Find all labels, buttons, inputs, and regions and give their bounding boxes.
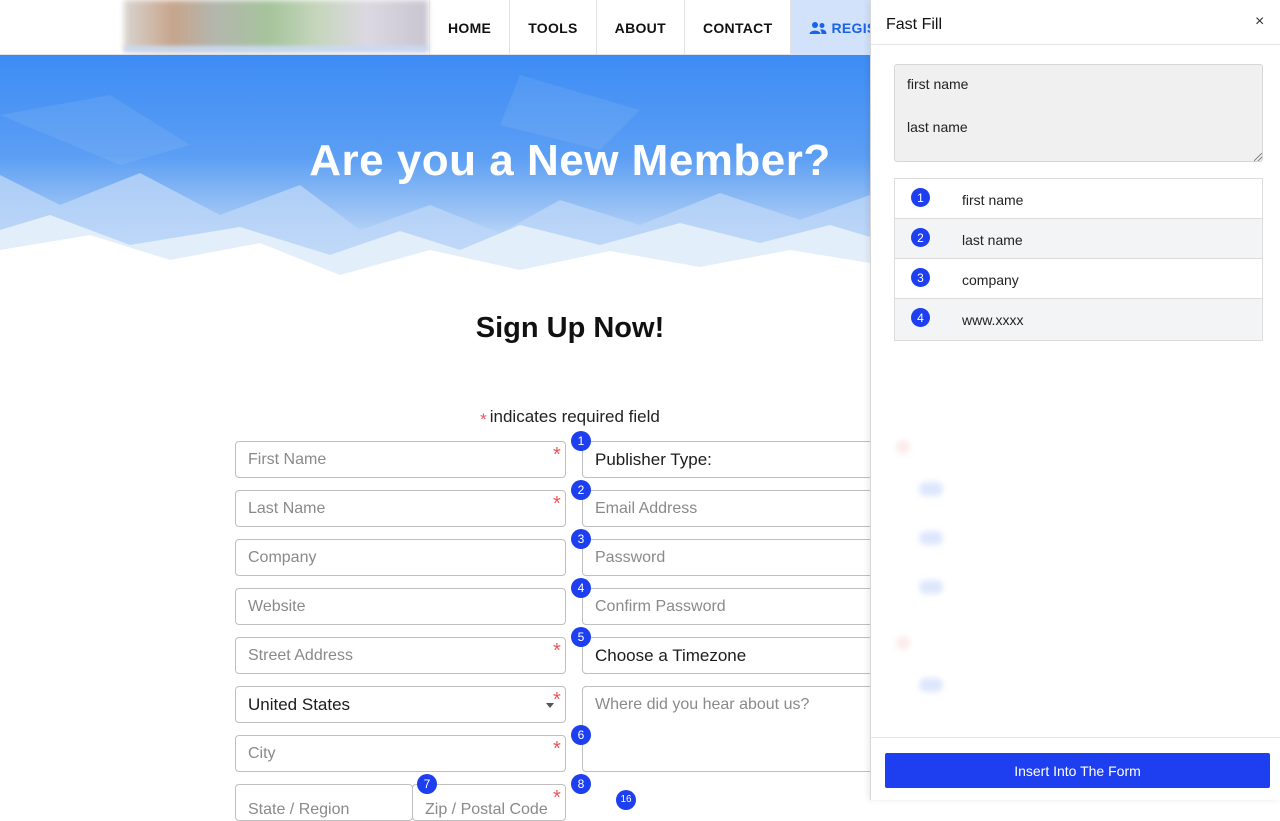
row-value: last name	[962, 232, 1023, 248]
country-select[interactable]: United States *	[235, 686, 566, 723]
ghost-mark	[896, 440, 910, 454]
required-mark: *	[553, 787, 561, 809]
required-star: *	[480, 410, 487, 429]
ghost-mark	[919, 482, 943, 496]
field-badge-7: 7	[417, 774, 437, 794]
company-placeholder: Company	[248, 548, 317, 566]
first-name-input[interactable]: First Name *	[235, 441, 566, 478]
row-value: company	[962, 272, 1019, 288]
country-select-value: United States	[248, 694, 351, 714]
website-input[interactable]: Website	[235, 588, 566, 625]
first-name-placeholder: First Name	[248, 450, 327, 468]
last-name-input[interactable]: Last Name *	[235, 490, 566, 527]
list-item[interactable]: 2 last name	[895, 219, 1262, 259]
street-address-input[interactable]: Street Address *	[235, 637, 566, 674]
insert-into-form-button[interactable]: Insert Into The Form	[885, 753, 1270, 788]
ghost-mark	[919, 580, 943, 594]
referral-placeholder: Where did you hear about us?	[595, 696, 810, 713]
nav-about[interactable]: ABOUT	[595, 0, 684, 55]
timezone-value: Choose a Timezone	[595, 645, 747, 665]
nav-tools[interactable]: TOOLS	[509, 0, 595, 55]
ghost-mark	[919, 678, 943, 692]
website-placeholder: Website	[248, 597, 306, 615]
list-item[interactable]: 1 first name	[895, 179, 1262, 219]
required-note-text: indicates required field	[489, 407, 660, 426]
row-number: 3	[911, 268, 930, 287]
list-item[interactable]: 3 company	[895, 259, 1262, 299]
field-badge-2: 2	[571, 480, 591, 500]
row-value: first name	[962, 192, 1024, 208]
field-badge-5: 5	[571, 627, 591, 647]
site-logo-underline	[124, 46, 428, 52]
required-mark: *	[553, 444, 561, 466]
confirm-password-placeholder: Confirm Password	[595, 597, 726, 615]
field-badge-1: 1	[571, 431, 591, 451]
chevron-down-icon	[546, 703, 554, 708]
email-field[interactable]: Email Address	[582, 490, 882, 527]
timezone-select[interactable]: Choose a Timezone	[582, 637, 882, 674]
state-region-placeholder: State / Region	[248, 800, 350, 818]
row-number: 2	[911, 228, 930, 247]
required-mark: *	[553, 493, 561, 515]
zip-code-placeholder: Zip / Postal Code	[425, 800, 548, 818]
row-number: 1	[911, 188, 930, 207]
field-badge-16: 16	[616, 790, 636, 810]
city-placeholder: City	[248, 744, 276, 762]
last-name-placeholder: Last Name	[248, 499, 326, 517]
company-input[interactable]: Company	[235, 539, 566, 576]
required-mark: *	[553, 738, 561, 760]
required-mark: *	[553, 689, 561, 711]
referral-textarea[interactable]: Where did you hear about us?	[582, 686, 882, 772]
fill-values-list: 1 first name 2 last name 3 company 4 www…	[894, 178, 1263, 341]
password-field[interactable]: Password	[582, 539, 882, 576]
row-number: 4	[911, 308, 930, 327]
street-address-placeholder: Street Address	[248, 646, 353, 664]
close-icon[interactable]: ×	[1255, 13, 1264, 31]
city-input[interactable]: City *	[235, 735, 566, 772]
panel-header: Fast Fill ×	[871, 0, 1280, 45]
site-logo[interactable]	[124, 0, 428, 51]
publisher-type-value: Publisher Type:	[595, 449, 712, 469]
list-item[interactable]: 4 www.xxxx	[895, 299, 1262, 340]
ghost-mark	[896, 636, 910, 650]
confirm-password-field[interactable]: Confirm Password	[582, 588, 882, 625]
fast-fill-textarea[interactable]: first name last name	[894, 64, 1263, 162]
row-value: www.xxxx	[962, 312, 1024, 328]
required-mark: *	[553, 640, 561, 662]
password-placeholder: Password	[595, 548, 666, 566]
state-region-input[interactable]: State / Region	[235, 784, 413, 821]
field-badge-6: 6	[571, 725, 591, 745]
users-icon	[809, 21, 827, 34]
hero-title: Are you a New Member?	[309, 136, 831, 185]
publisher-type-select[interactable]: Publisher Type:	[582, 441, 882, 478]
fast-fill-panel: Fast Fill × first name last name 1 first…	[870, 0, 1280, 800]
panel-title: Fast Fill	[886, 16, 942, 33]
nav-contact[interactable]: CONTACT	[683, 0, 791, 55]
hero-banner: Are you a New Member?	[0, 55, 870, 280]
main-nav: HOME TOOLS ABOUT CONTACT REGIST	[429, 0, 904, 55]
ghost-mark	[919, 531, 943, 545]
email-placeholder: Email Address	[595, 499, 698, 517]
field-badge-3: 3	[571, 529, 591, 549]
field-badge-4: 4	[571, 578, 591, 598]
nav-home[interactable]: HOME	[429, 0, 509, 55]
field-badge-8: 8	[571, 774, 591, 794]
resize-grip-icon[interactable]	[1254, 153, 1262, 161]
